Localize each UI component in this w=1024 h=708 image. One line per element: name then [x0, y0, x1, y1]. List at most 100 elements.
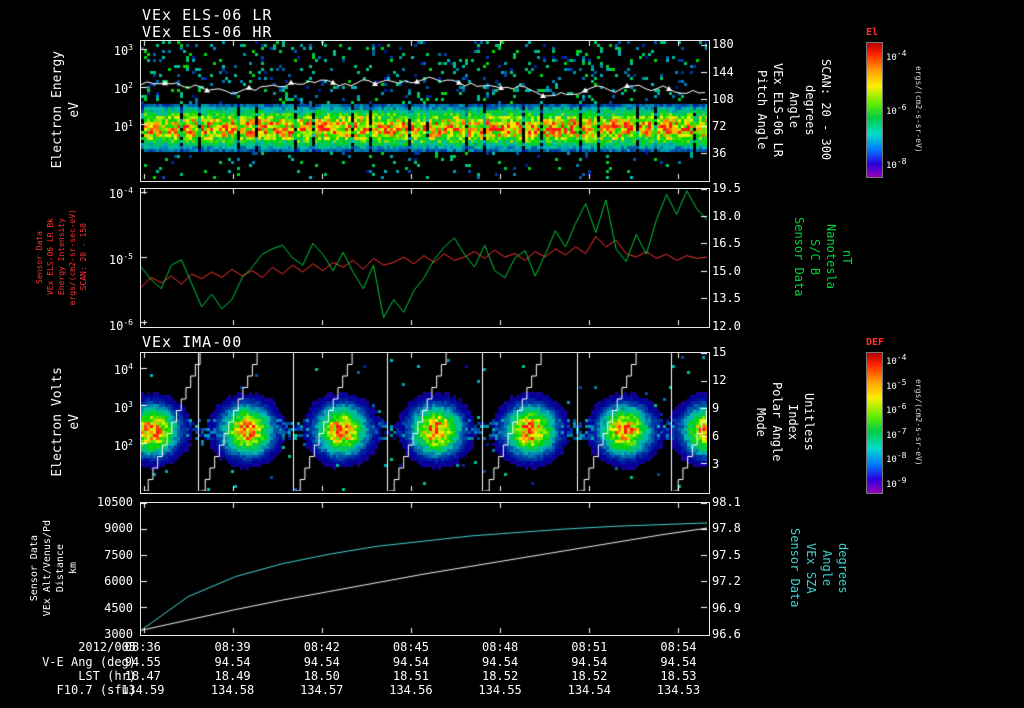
p4-right-tick: 98.1	[712, 495, 741, 509]
els-colorbar-units: ergs/(cm2-s-sr-eV)	[914, 42, 923, 176]
ima-spectrogram-panel	[140, 352, 710, 494]
p4-right-axis-label: Sensor Data VEx SZA Angle degrees	[788, 502, 850, 634]
p1-left-label-line: Electron Energy	[50, 51, 65, 169]
ima-colorbar-gradient	[866, 352, 883, 494]
intensity-bfield-canvas	[141, 189, 707, 325]
p3-right-tick: 12	[712, 373, 727, 387]
p3-left-label-line: eV	[67, 414, 82, 430]
ima-colorbar-tick: 10-7	[886, 426, 907, 441]
footer-value: 134.53	[656, 683, 701, 697]
ima-colorbar-title: DEF	[866, 337, 885, 348]
p4-right-label-line: Sensor Data	[788, 528, 802, 608]
els-colorbar-tick: 10-8	[886, 156, 907, 171]
p1-right-axis-label: Pitch Angle VEx ELS-06 LR Angle degrees SCAN…	[750, 40, 838, 180]
ima-title: VEx IMA-00	[142, 333, 243, 351]
footer-value: 18.52	[571, 669, 608, 683]
els-colorbar-units-text: ergs/(cm2-s-sr-eV)	[914, 65, 923, 153]
els-colorbar-tick: 10-4	[886, 49, 907, 64]
p3-right-label-line: Index	[786, 403, 800, 441]
p2-left-label-line: ergs/(cm2-sr-sec-eV)	[67, 208, 77, 306]
p4-left-label-line: VEx Alt/Venus/Pd	[42, 519, 53, 617]
p3-right-tick: 3	[712, 457, 720, 471]
p1-right-tick: 108	[712, 91, 734, 106]
p4-left-tick: 6000	[104, 574, 133, 589]
spectrogram-dashboard: VEx ELS-06 LR VEx ELS-06 HR VEx IMA-00 1…	[0, 0, 1024, 708]
p4-left-label-line: km	[68, 561, 79, 575]
p2-right-axis-label: Sensor Data S/C B Nanotesla nT	[792, 188, 854, 326]
footer-value: 18.50	[303, 669, 340, 683]
p3-left-label-line: Electron Volts	[50, 367, 65, 477]
p3-right-axis-label: Mode Polar Angle Index Unitless	[754, 352, 816, 492]
p4-left-label-line: Distance	[55, 543, 66, 593]
p4-left-tick: 10500	[96, 495, 133, 509]
time-tick-label: 08:42	[303, 640, 340, 654]
p2-left-label-line: Energy Intensity	[56, 218, 66, 296]
p2-left-tick: 10-6	[108, 318, 133, 334]
p2-right-label-line: Sensor Data	[792, 217, 806, 297]
p2-right-tick: 13.5	[712, 291, 741, 306]
altitude-sza-canvas	[141, 503, 707, 633]
ve-angle-row: V-E Ang (deg) 94.55 94.54 94.54 94.54 94.54 9…	[0, 655, 1024, 669]
footer-value: 94.54	[660, 655, 697, 669]
els-spectrogram-canvas	[141, 41, 707, 179]
time-tick-label: 08:39	[214, 640, 251, 654]
lst-row: LST (hr) 18.47 18.49 18.50 18.51 18.52 18.52 1…	[0, 669, 1024, 683]
ima-colorbar-tick: 10-4	[886, 353, 907, 367]
p4-left-tick: 9000	[104, 521, 133, 536]
ima-colorbar-ticks: 10-4 10-5 10-6 10-7 10-8 10-9	[886, 352, 916, 492]
p2-right-label-line: S/C B	[808, 238, 822, 276]
footer-value: 94.54	[392, 655, 429, 669]
p4-left-axis-label: Sensor Data VEx Alt/Venus/Pd Distance km	[20, 502, 88, 634]
els-hr-title: VEx ELS-06 HR	[142, 23, 273, 41]
els-lr-title: VEx ELS-06 LR	[142, 6, 273, 24]
ima-colorbar-tick: 10-8	[886, 451, 907, 465]
p2-left-label-line: Sensor Data	[34, 230, 44, 284]
p2-left-label-line: VEx ELS-06 LR Bk	[45, 218, 55, 296]
p2-right-axis-ticks: 19.5 18.0 16.5 15.0 13.5 12.0	[712, 182, 762, 332]
p2-left-tick: 10-4	[108, 185, 133, 201]
els-spectrogram-panel	[140, 40, 710, 182]
footer-value: 134.56	[389, 683, 433, 697]
p4-right-label-line: VEx SZA	[804, 542, 818, 594]
p3-right-tick: 6	[712, 429, 720, 443]
p1-right-tick: 180	[712, 37, 734, 52]
p4-right-tick: 97.5	[712, 547, 741, 562]
time-axis-row: 2012/005 08:36 08:39 08:42 08:45 08:48 08:51 0…	[0, 640, 1024, 654]
ima-colorbar-units: ergs/(cm2-s-sr-eV)	[914, 352, 923, 492]
footer-value: 134.58	[210, 683, 255, 697]
p2-right-tick: 12.0	[712, 319, 741, 333]
els-colorbar-gradient	[866, 42, 883, 178]
footer-value: 134.57	[300, 683, 344, 697]
f107-row: F10.7 (sfu) 134.59 134.58 134.57 134.56 134.…	[0, 683, 1024, 697]
time-tick-label: 08:48	[482, 640, 519, 654]
footer-value: 18.53	[660, 669, 697, 683]
p1-left-tick: 103	[113, 43, 133, 59]
p2-right-tick: 18.0	[712, 208, 741, 223]
footer-value: 18.47	[124, 669, 161, 683]
p1-right-label-line: Angle	[787, 91, 801, 129]
ima-colorbar-tick: 10-5	[886, 377, 907, 392]
footer-value: 94.55	[124, 655, 161, 669]
p4-left-tick: 4500	[104, 600, 133, 615]
p2-right-label-line: nT	[840, 249, 854, 265]
p1-right-tick: 72	[712, 119, 727, 134]
ima-spectrogram-canvas	[141, 353, 707, 491]
p3-left-tick: 104	[113, 362, 133, 378]
p1-left-tick: 101	[113, 119, 133, 134]
ima-colorbar: DEF 10-4 10-5 10-6 10-7 10-8 10-9 ergs/(cm2-s…	[866, 337, 936, 494]
p1-right-label-line: degrees	[803, 84, 817, 136]
p3-right-tick: 15	[712, 345, 727, 359]
p1-left-axis-label: Electron Energy eV	[44, 40, 88, 180]
els-colorbar-tick: 10-6	[886, 103, 907, 117]
footer-value: 18.51	[392, 669, 429, 683]
footer-value: 94.54	[214, 655, 251, 669]
p2-right-tick: 19.5	[712, 181, 741, 195]
footer-value: 18.49	[214, 669, 251, 683]
p3-right-label-line: Polar Angle	[770, 382, 784, 462]
p3-right-tick: 9	[712, 401, 720, 415]
p2-right-tick: 16.5	[712, 236, 741, 251]
p1-right-tick: 36	[712, 146, 727, 161]
p1-left-tick: 102	[113, 81, 133, 97]
p4-right-tick: 96.9	[712, 600, 741, 615]
p1-right-label-line: SCAN: 20 - 300	[819, 59, 833, 161]
